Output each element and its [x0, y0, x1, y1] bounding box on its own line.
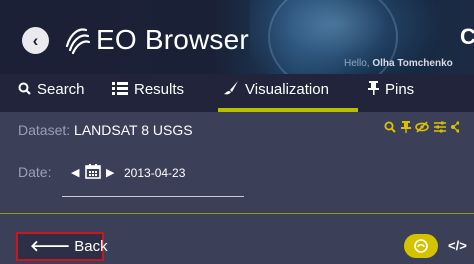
tab-pins-label: Pins: [385, 81, 415, 98]
previous-date-icon[interactable]: ◀: [71, 166, 79, 179]
back-button[interactable]: 🡐 Back: [16, 232, 108, 261]
main-tabs: Search Results Visualization Pins: [0, 74, 474, 112]
date-field-underline: [62, 196, 244, 197]
back-button-label: Back: [74, 238, 108, 255]
tab-pins[interactable]: Pins: [368, 74, 414, 112]
sliders-icon[interactable]: [433, 121, 451, 136]
tab-visualization-label: Visualization: [245, 81, 329, 98]
calendar-icon[interactable]: [85, 163, 101, 179]
pin-add-icon[interactable]: [400, 121, 416, 136]
tab-results[interactable]: Results: [112, 74, 184, 112]
user-name[interactable]: Olha Tomchenko: [372, 58, 452, 69]
app-header: ‹ EO Browser Hello, Olha Tomchenko C: [0, 0, 474, 74]
zoom-icon[interactable]: [384, 121, 401, 136]
next-date-icon[interactable]: ▶: [106, 166, 114, 179]
hand-icon: [414, 239, 428, 253]
pin-icon: [368, 74, 379, 106]
greeting-text: Hello,: [344, 58, 370, 69]
share-icon[interactable]: [450, 121, 460, 136]
user-greeting: Hello, Olha Tomchenko: [344, 58, 453, 69]
dataset-label: Dataset:: [18, 122, 71, 138]
tab-search[interactable]: Search: [18, 74, 85, 112]
app-title: EO Browser: [96, 24, 249, 55]
tab-search-label: Search: [37, 81, 85, 98]
dataset-value: LANDSAT 8 USGS: [74, 122, 193, 138]
list-icon: [112, 74, 128, 106]
layer-toggle-button[interactable]: [404, 234, 438, 258]
date-label: Date:: [18, 164, 52, 180]
tab-visualization[interactable]: Visualization: [224, 74, 329, 112]
collapse-panel-button[interactable]: ‹: [22, 27, 49, 54]
date-value[interactable]: 2013-04-23: [124, 166, 185, 180]
dataset-row: Dataset: LANDSAT 8 USGS: [18, 122, 193, 138]
tab-results-label: Results: [134, 81, 185, 98]
eo-logo-icon: [65, 28, 91, 55]
search-icon: [18, 74, 31, 106]
arrow-left-icon: 🡐: [30, 238, 71, 255]
brush-icon: [224, 74, 239, 106]
panel-divider: [0, 213, 474, 214]
visualization-toolbar: [384, 121, 460, 136]
visibility-off-icon[interactable]: [415, 121, 434, 136]
header-corner-icon[interactable]: C: [460, 24, 474, 50]
code-icon[interactable]: </>: [448, 238, 467, 253]
